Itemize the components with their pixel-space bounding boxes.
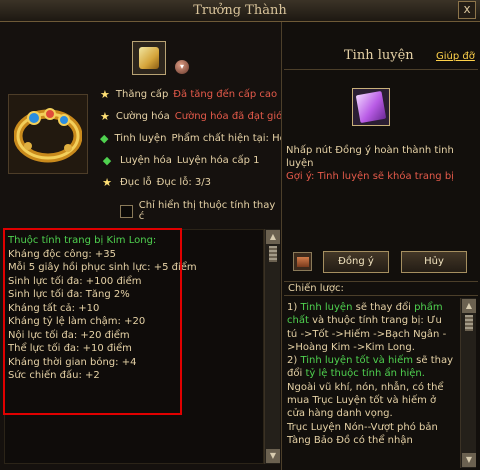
title-bar: Trưởng Thành x bbox=[0, 0, 480, 22]
status-label: Đục lỗ bbox=[120, 176, 152, 188]
diamond-icon: ◆ bbox=[102, 153, 112, 167]
show-changed-checkbox[interactable] bbox=[120, 204, 133, 218]
strategy-text-part: Tinh luyện bbox=[300, 302, 353, 313]
help-link[interactable]: Giúp đỡ bbox=[436, 51, 475, 62]
expand-orb-icon[interactable]: ▾ bbox=[175, 60, 189, 74]
confirm-button[interactable]: Đồng ý bbox=[323, 251, 389, 273]
extra-material-slot[interactable] bbox=[293, 252, 312, 271]
star-icon: ★ bbox=[100, 109, 110, 123]
material-slot[interactable] bbox=[132, 41, 166, 75]
refine-book-icon bbox=[355, 90, 387, 124]
status-row-refine[interactable]: ◆ Tinh luyện Phẩm chất hiện tại: Ho. bbox=[100, 127, 281, 149]
chest-icon bbox=[297, 257, 309, 267]
status-value: Đục lỗ: 3/3 bbox=[156, 176, 211, 188]
status-row-socket[interactable]: ★ Đục lỗ Đục lỗ: 3/3 bbox=[100, 171, 281, 193]
status-value: Đã tăng đến cấp cao nl bbox=[173, 88, 281, 100]
status-value: Phẩm chất hiện tại: Ho. bbox=[171, 132, 281, 144]
refine-description: Nhấp nút Đồng ý hoàn thành tinh luyện Gợ… bbox=[286, 144, 480, 183]
status-label: Luyện hóa bbox=[120, 154, 172, 166]
divider bbox=[284, 69, 478, 70]
strategy-text-part: Ngoài vũ khí, nón, nhẫn, có thể mua Trục… bbox=[287, 381, 444, 420]
scroll-thumb[interactable] bbox=[465, 315, 473, 331]
diamond-icon: ◆ bbox=[100, 131, 109, 145]
status-row-upgrade[interactable]: ★ Thăng cấp Đã tăng đến cấp cao nl bbox=[100, 83, 281, 105]
strategy-header: Chiến lược: bbox=[284, 281, 478, 296]
strategy-text-part: Tinh luyện tốt và hiếm bbox=[300, 355, 413, 367]
status-label: Thăng cấp bbox=[115, 88, 169, 100]
gold-ring-icon bbox=[14, 108, 82, 163]
strategy-text-part: và thuộc tính trang bị: Ưu tú ->Tốt ->Hi… bbox=[287, 315, 447, 353]
star-icon: ★ bbox=[100, 87, 110, 101]
checkbox-label: Chỉ hiển thị thuộc tính thay ć bbox=[138, 200, 276, 222]
strategy-text-part: 1) bbox=[287, 302, 298, 313]
star-icon: ★ bbox=[102, 175, 112, 189]
scroll-down-icon[interactable]: ▼ bbox=[266, 449, 280, 463]
refine-title: Tinh luyện bbox=[344, 48, 414, 63]
strategy-text-part: tỷ lệ thuộc tính ẩn hiện. bbox=[305, 368, 425, 380]
equipment-slot[interactable] bbox=[8, 94, 88, 174]
scroll-down-icon[interactable]: ▼ bbox=[462, 453, 476, 467]
equipment-panel: ▾ ★ Thăng cấp Đã tăng đến cấp cao nl ★ C… bbox=[0, 22, 282, 470]
strategy-scrollbar[interactable]: ▲ ▼ bbox=[460, 298, 476, 468]
close-button[interactable]: x bbox=[458, 1, 476, 19]
status-row-smelt[interactable]: ◆ Luyện hóa Luyện hóa cấp 1 bbox=[100, 149, 281, 171]
window-title: Trưởng Thành bbox=[193, 3, 287, 18]
refine-scroll-slot[interactable] bbox=[352, 88, 390, 126]
scroll-up-icon[interactable]: ▲ bbox=[462, 299, 476, 313]
strategy-box: 1) Tinh luyện sẽ thay đổi phẩm chất và t… bbox=[284, 298, 478, 468]
material-icon bbox=[139, 47, 159, 69]
lock-warning: Gợi ý: Tinh luyện sẽ khóa trang bị bbox=[286, 171, 454, 182]
scroll-thumb[interactable] bbox=[269, 246, 277, 262]
attribute-scrollbar[interactable]: ▲ ▼ bbox=[264, 229, 280, 464]
cancel-button[interactable]: Hủy bbox=[401, 251, 467, 273]
scroll-up-icon[interactable]: ▲ bbox=[266, 230, 280, 244]
strategy-text-part: 2) bbox=[287, 355, 298, 367]
status-label: Cường hóa bbox=[115, 110, 170, 122]
refine-panel: Tinh luyện Giúp đỡ Nhấp nút Đồng ý hoàn … bbox=[282, 22, 480, 470]
status-value: Luyện hóa cấp 1 bbox=[176, 154, 260, 166]
status-label: Tinh luyện bbox=[114, 132, 167, 144]
upgrade-status-list: ★ Thăng cấp Đã tăng đến cấp cao nl ★ Cườ… bbox=[100, 83, 281, 193]
strategy-text-part: Trục Luyện Nón--Vượt phó bản Tàng Bảo Đồ… bbox=[287, 421, 438, 446]
highlight-frame bbox=[3, 228, 182, 415]
strategy-text-part: sẽ thay đổi bbox=[355, 302, 411, 313]
status-row-enhance[interactable]: ★ Cường hóa Cường hóa đã đạt giớ bbox=[100, 105, 281, 127]
strategy-text: 1) Tinh luyện sẽ thay đổi phẩm chất và t… bbox=[287, 301, 455, 447]
status-value: Cường hóa đã đạt giớ bbox=[174, 110, 281, 122]
instruction-text: Nhấp nút Đồng ý hoàn thành tinh luyện bbox=[286, 145, 454, 169]
show-changed-attributes-option[interactable]: Chỉ hiển thị thuộc tính thay ć bbox=[120, 200, 281, 222]
